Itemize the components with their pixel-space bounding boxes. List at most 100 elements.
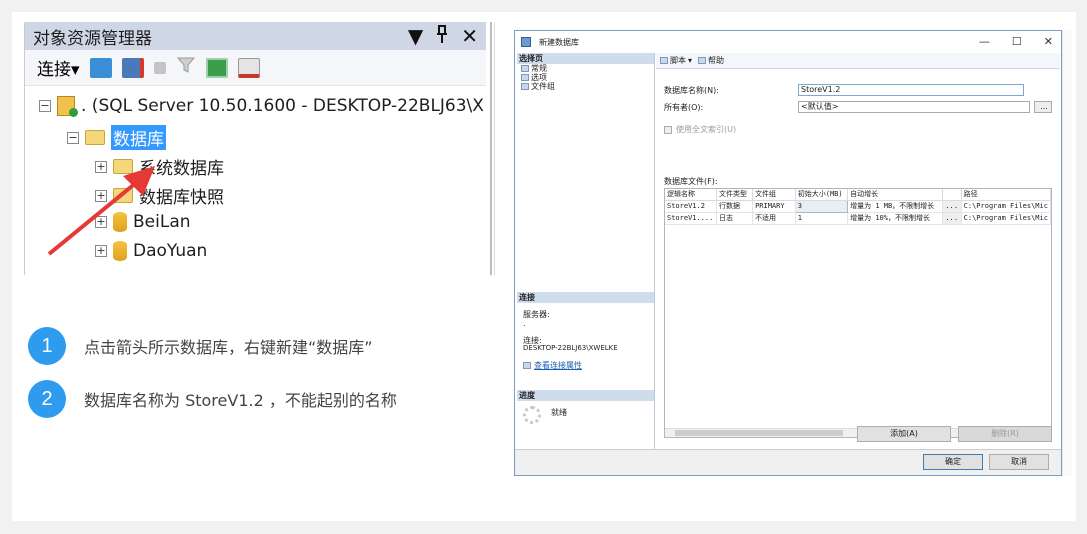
ok-button[interactable]: 确定 [923,454,983,470]
column-header: 文件组 [752,189,796,201]
grid-cell[interactable]: 行数据 [716,200,754,213]
object-explorer-title: 对象资源管理器 [33,28,152,49]
dialog-titlebar: 新建数据库 — ☐ ✕ [515,31,1061,53]
refresh-icon[interactable] [205,57,228,78]
page-icon [521,83,529,90]
dialog-title: 新建数据库 [539,37,579,47]
object-explorer-panel: 对象资源管理器 ▼ ✕ 连接▾ − . (SQL Server 10.50.16… [24,22,486,275]
divider [490,22,492,275]
dropdown-icon[interactable]: ▼ [408,24,423,49]
grid-cell[interactable]: 不适用 [752,212,796,225]
column-header: 路径 [961,189,1051,201]
help-button[interactable]: 帮助 [698,55,724,66]
grid-cell[interactable]: PRIMARY [752,200,796,213]
general-page-pane: 脚本 ▾ 帮助 数据库名称(N): StoreV1.2 所有者(O): <默认值… [656,53,1060,451]
script-button[interactable]: 脚本 ▾ [660,55,692,66]
connect-button[interactable]: 连接▾ [37,55,80,80]
page-label: 选项 [531,73,547,82]
table-row[interactable]: StoreV1.2 行数据 PRIMARY 3 增量为 1 MB，不限制增长 .… [665,199,1051,213]
script-label: 脚本 [670,56,686,65]
step-text: 点击箭头所示数据库，右键新建“数据库” [84,338,373,357]
autogrowth-button[interactable]: ... [942,212,962,225]
page-filegroups[interactable]: 文件组 [517,82,654,91]
db-name-input[interactable]: StoreV1.2 [798,84,1024,96]
owner-browse-button[interactable]: ... [1034,101,1052,113]
connection-value: DESKTOP-22BLJ63\XWELKE [523,344,618,352]
autogrowth-button[interactable]: ... [942,200,962,213]
column-header: 自动增长 [847,189,943,201]
step-number-badge: 2 [28,380,66,418]
grid-cell[interactable]: C:\Program Files\Mic [961,200,1051,213]
new-database-dialog: 新建数据库 — ☐ ✕ 选择页 常规 选项 文件组 连接 服务器: . 连接: … [514,30,1062,476]
fulltext-checkbox[interactable] [664,125,672,134]
owner-label: 所有者(O): [664,102,704,112]
cancel-button[interactable]: 取消 [989,454,1049,470]
script-icon [660,57,668,64]
help-icon [698,57,707,64]
database-icon [521,37,531,47]
connect-server-icon[interactable] [89,57,112,78]
add-button[interactable]: 添加(A) [857,426,951,442]
dialog-toolbar: 脚本 ▾ 帮助 [656,53,1060,69]
select-page-header: 选择页 [517,53,654,64]
grid-cell[interactable]: StoreV1.... [665,212,718,225]
select-page-pane: 选择页 常规 选项 文件组 连接 服务器: . 连接: DESKTOP-22BL… [517,53,655,451]
step-text: 数据库名称为 StoreV1.2 ，不能起别的名称 [84,391,397,410]
step-2: 2 数据库名称为 StoreV1.2 ，不能起别的名称 [28,380,397,418]
remove-button[interactable]: 删除(R) [958,426,1052,442]
red-arrow-annotation [47,166,155,256]
view-connection-properties-link[interactable]: 查看连接属性 [534,360,582,371]
page-options[interactable]: 选项 [517,73,654,82]
grid-cell[interactable]: 日志 [716,212,754,225]
files-label: 数据库文件(F): [664,177,718,186]
connection-header: 连接 [517,292,654,303]
owner-row: 所有者(O): <默认值> ... [664,101,1052,113]
grid-header-row: 逻辑名称 文件类型 文件组 初始大小(MB) 自动增长 路径 [665,189,1051,201]
maximize-button[interactable]: ☐ [1012,35,1022,48]
step-number-badge: 1 [28,327,66,365]
db-name-label: 数据库名称(N): [664,85,719,95]
activity-monitor-icon[interactable] [237,57,260,78]
minimize-button[interactable]: — [979,35,990,48]
dialog-footer: 确定 取消 [515,449,1061,475]
database-files-grid: 逻辑名称 文件类型 文件组 初始大小(MB) 自动增长 路径 StoreV1.2… [664,188,1052,438]
object-explorer-toolbar: 连接▾ [25,50,486,86]
background-window-strip [1062,30,1072,476]
scrollbar-thumb[interactable] [675,430,843,436]
progress-status: 就绪 [551,408,567,417]
progress-spinner-icon [523,406,541,424]
fulltext-label: 使用全文索引(U) [676,125,737,134]
disconnect-icon[interactable] [121,57,144,78]
grid-cell[interactable]: 3 [794,199,849,213]
pin-icon[interactable] [435,24,449,49]
close-button[interactable]: ✕ [1044,35,1053,48]
stop-icon[interactable] [153,61,166,74]
page-icon [521,65,529,72]
page-icon [521,74,529,81]
column-header: 文件类型 [716,189,754,201]
close-icon[interactable]: ✕ [461,24,478,49]
column-header: 初始大小(MB) [795,189,849,201]
table-row[interactable]: StoreV1.... 日志 不适用 1 增量为 10%，不限制增长 ... C… [665,212,1051,225]
help-label: 帮助 [708,56,725,65]
properties-icon [523,362,531,369]
grid-cell: 增量为 10%，不限制增长 [847,212,943,225]
page-label: 常规 [531,64,547,73]
server-value: . [523,319,526,328]
db-name-row: 数据库名称(N): StoreV1.2 [664,84,1024,96]
filter-icon[interactable] [176,55,196,80]
progress-header: 进度 [517,390,654,401]
column-header [942,189,962,201]
grid-cell[interactable]: C:\Program Files\Mic [961,212,1051,225]
column-header: 逻辑名称 [665,189,718,201]
fulltext-row: 使用全文索引(U) [664,124,736,135]
page-general[interactable]: 常规 [517,64,654,73]
grid-cell[interactable]: 1 [795,212,849,225]
step-1: 1 点击箭头所示数据库，右键新建“数据库” [28,327,373,365]
owner-input[interactable]: <默认值> [798,101,1030,113]
divider [494,22,495,275]
view-connection-properties[interactable]: 查看连接属性 [523,360,582,371]
object-explorer-titlebar: 对象资源管理器 ▼ ✕ [25,22,486,50]
grid-cell[interactable]: StoreV1.2 [665,200,718,213]
page-label: 文件组 [531,82,555,91]
